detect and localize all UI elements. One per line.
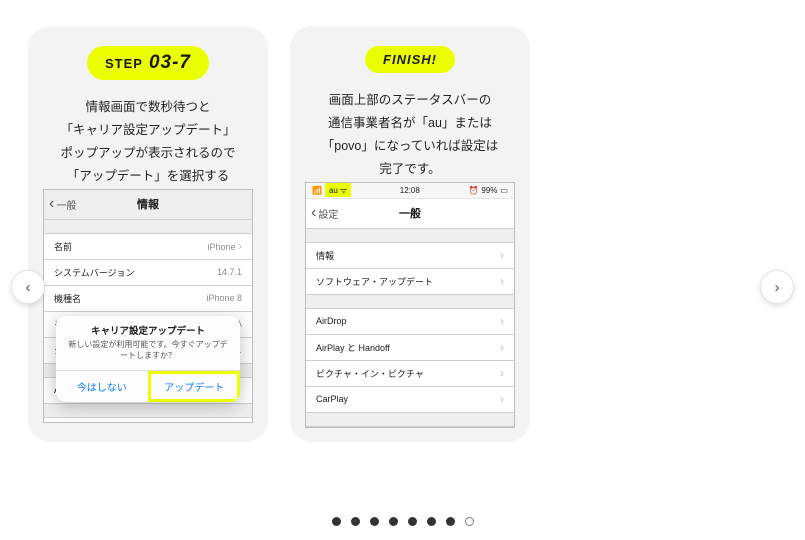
dot[interactable] bbox=[332, 517, 341, 526]
dot[interactable] bbox=[446, 517, 455, 526]
section-gap bbox=[306, 295, 514, 309]
next-button[interactable]: › bbox=[760, 270, 794, 304]
chevron-right-icon: › bbox=[500, 340, 504, 354]
status-time: 12:08 bbox=[400, 186, 420, 195]
nav-title: 一般 bbox=[399, 205, 421, 221]
carrier-update-popup: キャリア設定アップデート 新しい設定が利用可能です。今すぐアップデートしますか？… bbox=[56, 316, 240, 401]
signal-icon: 📶 bbox=[312, 186, 322, 195]
step-prefix: STEP bbox=[105, 56, 143, 71]
chevron-right-icon: › bbox=[500, 248, 504, 262]
alarm-icon: ⏰ bbox=[468, 186, 478, 195]
dot[interactable] bbox=[370, 517, 379, 526]
prev-button[interactable]: ‹ bbox=[11, 270, 45, 304]
chevron-right-icon: › bbox=[500, 366, 504, 380]
row-airdrop[interactable]: AirDrop › bbox=[306, 309, 514, 335]
dot[interactable] bbox=[465, 517, 474, 526]
carrier-name: au bbox=[329, 186, 338, 195]
section-gap bbox=[306, 413, 514, 427]
row-name[interactable]: 名前 iPhone › bbox=[44, 234, 252, 260]
section-gap bbox=[44, 404, 252, 418]
carrier-highlight: au ᯤ bbox=[325, 183, 351, 197]
chevron-right-icon: › bbox=[500, 274, 504, 288]
row-pip[interactable]: ピクチャ・イン・ピクチャ › bbox=[306, 361, 514, 387]
row-network: ネットワーク KDDI bbox=[44, 418, 252, 423]
wifi-icon: ᯤ bbox=[340, 185, 347, 196]
chevron-right-icon: › bbox=[500, 314, 504, 328]
section-gap bbox=[44, 220, 252, 234]
dot[interactable] bbox=[427, 517, 436, 526]
phone-nav: 設定 一般 bbox=[306, 199, 514, 229]
back-button[interactable]: 一般 bbox=[49, 190, 76, 219]
phone-nav: 一般 情報 bbox=[44, 190, 252, 220]
popup-confirm-button[interactable]: アップデート bbox=[148, 371, 241, 402]
step-card: STEP 03-7 情報画面で数秒待つと 「キャリア設定アップデート」 ポップア… bbox=[28, 26, 268, 442]
dot[interactable] bbox=[351, 517, 360, 526]
popup-title: キャリア設定アップデート bbox=[56, 316, 240, 339]
row-about[interactable]: 情報 › bbox=[306, 243, 514, 269]
carousel: STEP 03-7 情報画面で数秒待つと 「キャリア設定アップデート」 ポップア… bbox=[0, 0, 805, 442]
dot[interactable] bbox=[408, 517, 417, 526]
phone-mock-general: 📶 au ᯤ 12:08 ⏰ 99% ▭ 設定 一般 情報 bbox=[305, 182, 515, 428]
row-airplay[interactable]: AirPlay と Handoff › bbox=[306, 335, 514, 361]
battery-percent: 99% bbox=[481, 186, 497, 195]
step-description: 情報画面で数秒待つと 「キャリア設定アップデート」 ポップアップが表示されるので… bbox=[60, 96, 235, 189]
finish-badge: FINISH! bbox=[365, 46, 455, 73]
popup-buttons: 今はしない アップデート bbox=[56, 370, 240, 402]
finish-description: 画面上部のステータスバーの 通信事業者名が「au」または 「povo」になってい… bbox=[322, 89, 498, 182]
row-system-version: システムバージョン 14.7.1 bbox=[44, 260, 252, 286]
step-badge: STEP 03-7 bbox=[87, 46, 209, 80]
dot[interactable] bbox=[389, 517, 398, 526]
nav-title: 情報 bbox=[137, 196, 159, 212]
popup-message: 新しい設定が利用可能です。今すぐアップデートしますか？ bbox=[56, 339, 240, 369]
row-carplay[interactable]: CarPlay › bbox=[306, 387, 514, 413]
step-number: 03-7 bbox=[149, 52, 191, 74]
section-gap bbox=[306, 229, 514, 243]
finish-label: FINISH! bbox=[383, 52, 437, 67]
battery-icon: ▭ bbox=[500, 186, 508, 195]
pagination-dots bbox=[0, 517, 805, 526]
phone-mock-info: 一般 情報 名前 iPhone › システムバージョン 14.7.1 機種名 i… bbox=[43, 189, 253, 423]
row-model-name: 機種名 iPhone 8 bbox=[44, 286, 252, 312]
back-button[interactable]: 設定 bbox=[311, 199, 338, 228]
chevron-right-icon: › bbox=[238, 239, 242, 253]
status-bar: 📶 au ᯤ 12:08 ⏰ 99% ▭ bbox=[306, 183, 514, 199]
row-software-update[interactable]: ソフトウェア・アップデート › bbox=[306, 269, 514, 295]
chevron-right-icon: › bbox=[500, 392, 504, 406]
popup-cancel-button[interactable]: 今はしない bbox=[56, 371, 148, 402]
finish-card: FINISH! 画面上部のステータスバーの 通信事業者名が「au」または 「po… bbox=[290, 26, 530, 442]
